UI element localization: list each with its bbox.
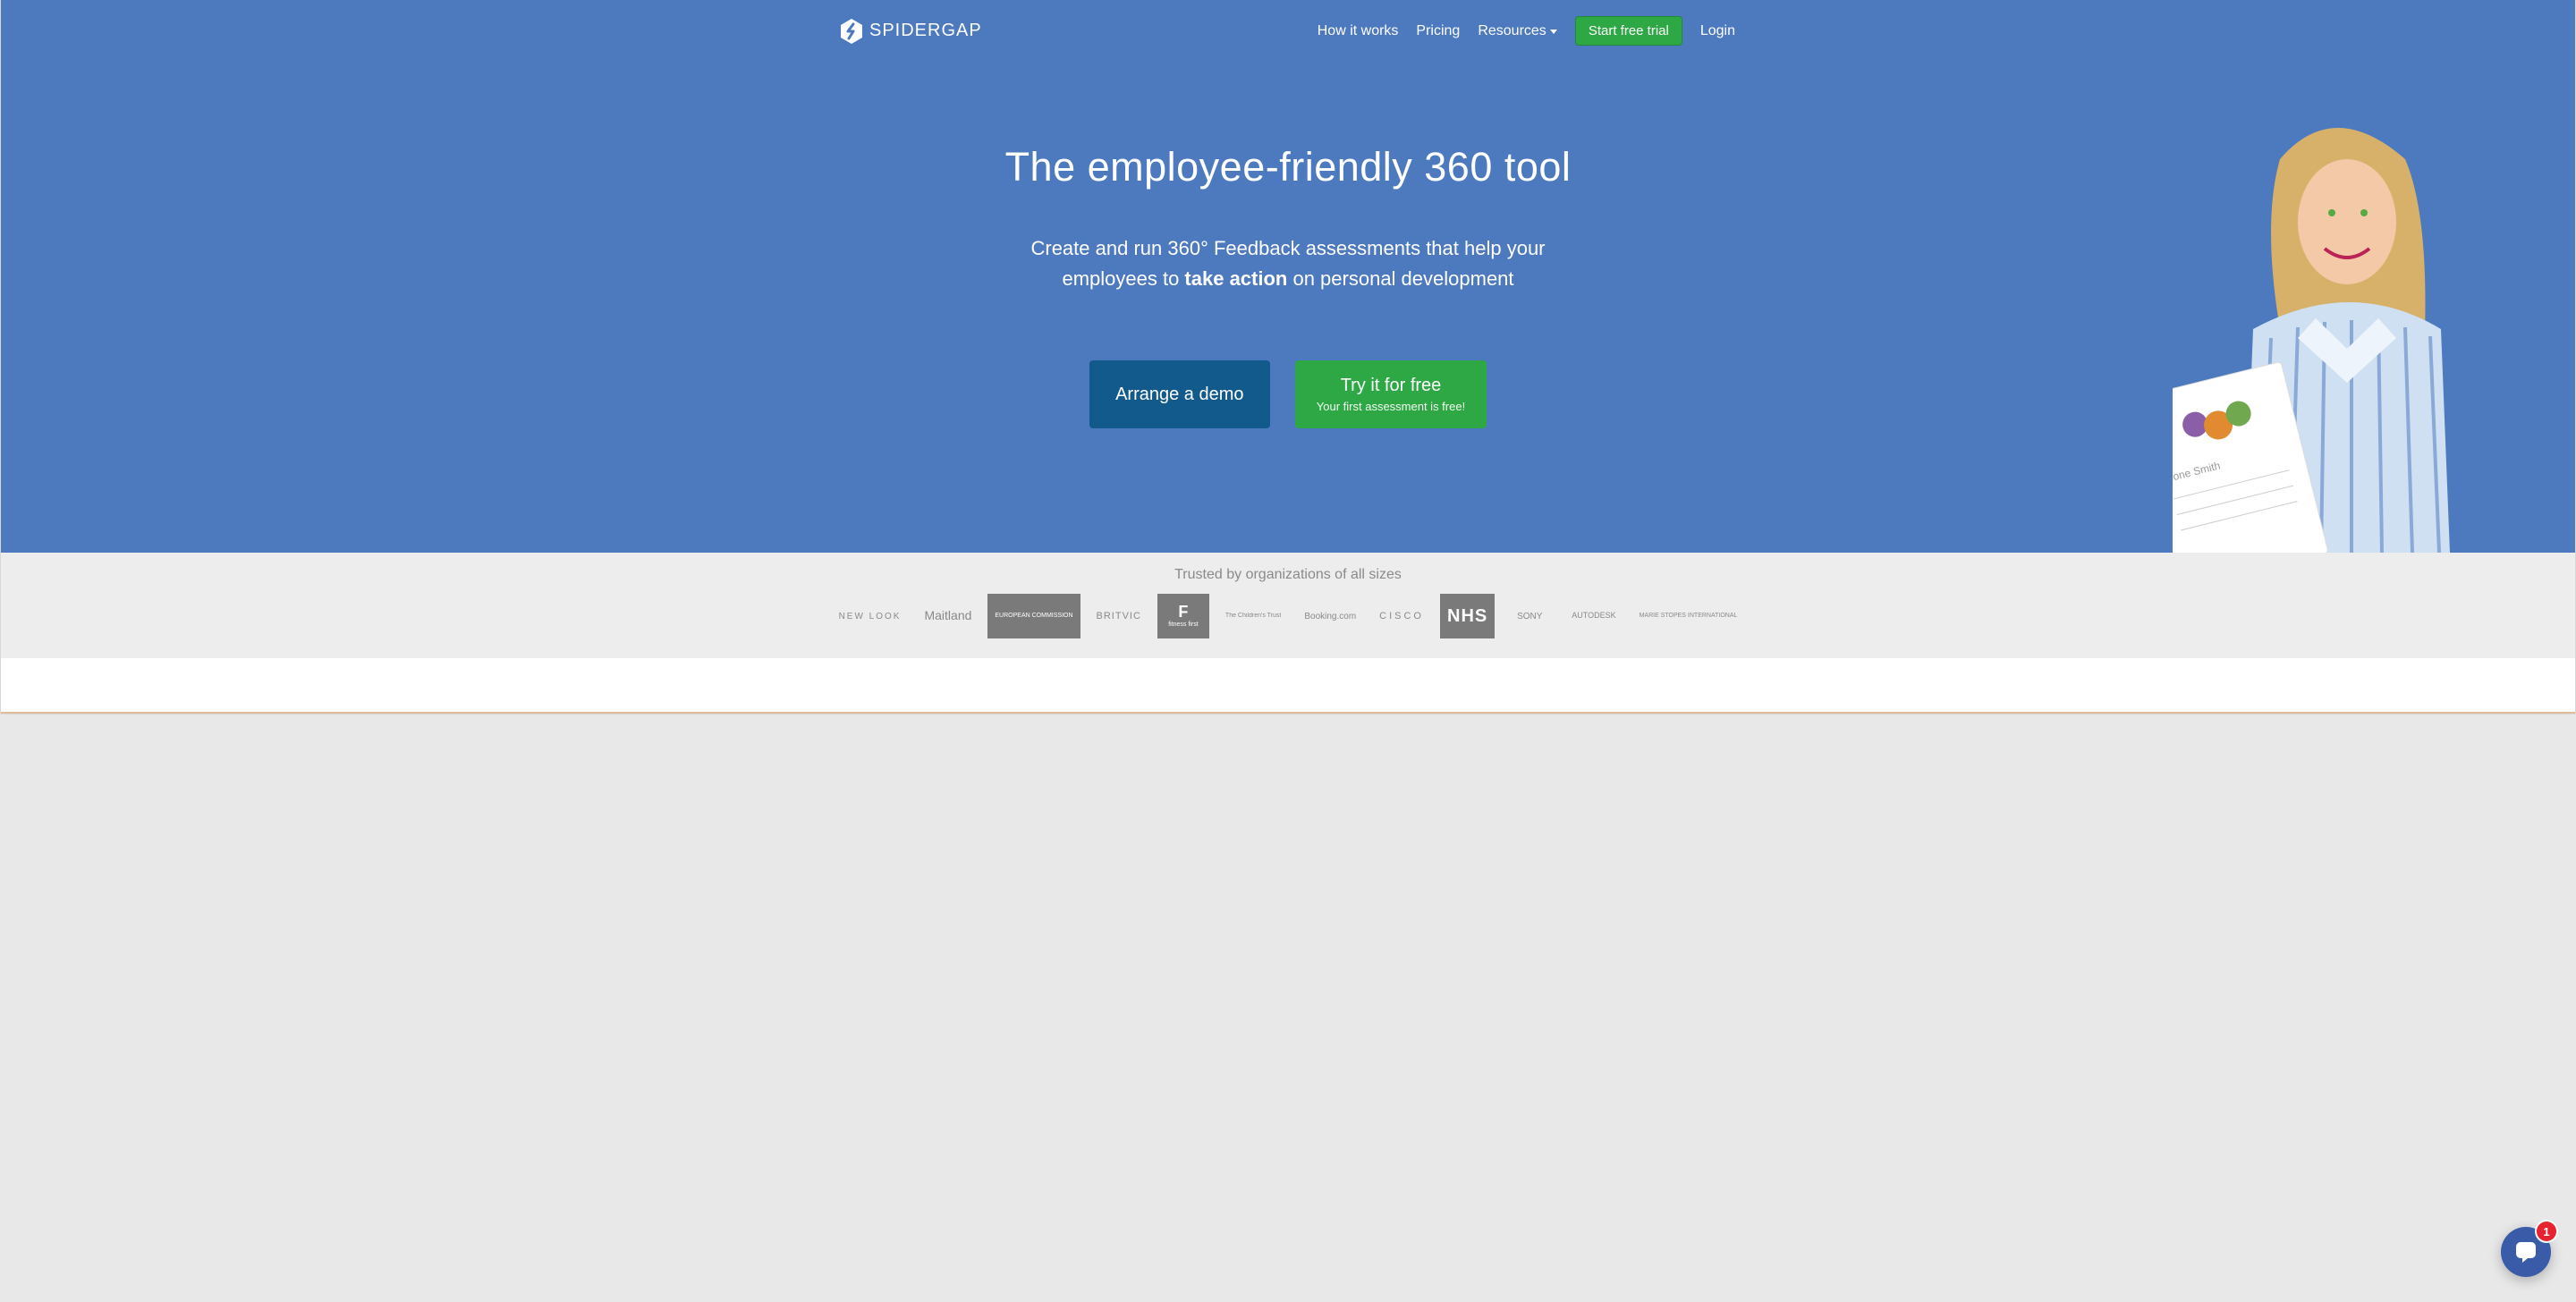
logo-booking: Booking.com (1297, 594, 1363, 638)
nav-login[interactable]: Login (1700, 23, 1735, 39)
try-free-label: Try it for free (1341, 376, 1442, 396)
logo-childrens-trust: The Children's Trust (1218, 594, 1288, 638)
logo-new-look: NEW LOOK (832, 594, 909, 638)
logo-nhs: NHS (1440, 594, 1495, 638)
hero-ctas: Arrange a demo Try it for free Your firs… (1, 360, 2575, 428)
svg-text:Jone Smith: Jone Smith (2173, 459, 2222, 484)
start-free-trial-button[interactable]: Start free trial (1575, 16, 1682, 46)
brand[interactable]: SPIDERGAP (841, 19, 982, 44)
nav-links: How it works Pricing Resources Start fre… (1318, 16, 1735, 46)
brand-name: SPIDERGAP (869, 21, 982, 41)
hero-sub-line1: Create and run 360° Feedback assessments… (1030, 237, 1545, 259)
logo-maitland: Maitland (917, 594, 979, 638)
arrange-demo-label: Arrange a demo (1115, 385, 1243, 405)
hero-sub-line2a: employees to (1062, 267, 1184, 290)
brand-logo-icon (841, 19, 862, 44)
hero-title: The employee-friendly 360 tool (1, 144, 2575, 190)
trusted-section: Trusted by organizations of all sizes NE… (1, 553, 2575, 658)
chevron-down-icon (1550, 30, 1557, 34)
logo-marie-stopes: MARIE STOPES INTERNATIONAL (1632, 594, 1745, 638)
hero-content: The employee-friendly 360 tool Create an… (1, 144, 2575, 428)
logo-european-commission: EUROPEAN COMMISSION (987, 594, 1080, 638)
nav-resources[interactable]: Resources (1478, 23, 1556, 39)
logo-cisco: CISCO (1372, 594, 1431, 638)
intercom-badge: 1 (2537, 1222, 2556, 1241)
hero-sub-strong: take action (1184, 267, 1287, 290)
arrange-demo-button[interactable]: Arrange a demo (1089, 360, 1270, 428)
logo-fitness-first: Ffitness first (1157, 594, 1209, 638)
try-free-sublabel: Your first assessment is free! (1317, 400, 1465, 413)
hero-section: SPIDERGAP How it works Pricing Resources… (1, 0, 2575, 553)
intercom-launcher[interactable]: 1 (2501, 1227, 2551, 1277)
try-free-button[interactable]: Try it for free Your first assessment is… (1295, 360, 1487, 428)
logo-sony: SONY (1504, 594, 1555, 638)
trusted-logo-row: NEW LOOK Maitland EUROPEAN COMMISSION BR… (1, 594, 2575, 638)
trusted-heading: Trusted by organizations of all sizes (1, 567, 2575, 583)
hero-sub-line2b: on personal development (1287, 267, 1513, 290)
nav-how-it-works[interactable]: How it works (1318, 23, 1399, 39)
nav-resources-label: Resources (1478, 23, 1546, 39)
logo-autodesk: AUTODESK (1564, 594, 1623, 638)
nav-pricing[interactable]: Pricing (1416, 23, 1460, 39)
hero-subtitle: Create and run 360° Feedback assessments… (1, 233, 2575, 294)
top-nav: SPIDERGAP How it works Pricing Resources… (841, 0, 1735, 46)
logo-britvic: BRITVIC (1089, 594, 1148, 638)
chat-icon (2513, 1239, 2538, 1264)
